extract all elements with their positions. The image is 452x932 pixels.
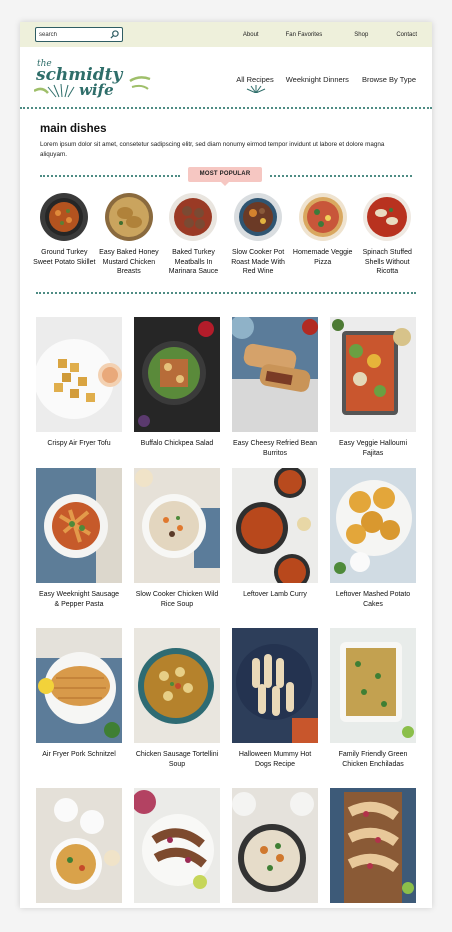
recipe-card[interactable]: Slow Cooker Chicken Wild Rice Soup <box>134 468 220 610</box>
nav-browse-by-type[interactable]: Browse By Type <box>362 75 416 84</box>
popular-title[interactable]: Ground Turkey Sweet Potato Skillet <box>32 248 97 267</box>
recipe-title[interactable]: Air Fryer Pork Schnitzel <box>36 750 122 760</box>
popular-item[interactable]: Easy Baked Honey Mustard Chicken Breasts <box>97 193 162 277</box>
recipe-image[interactable] <box>134 317 220 432</box>
intro-section: main dishes Lorem ipsum dolor sit amet, … <box>20 109 432 159</box>
nav-link-about[interactable]: About <box>243 32 259 38</box>
recipe-card[interactable]: Air Fryer Pork Schnitzel <box>36 628 122 760</box>
recipe-image[interactable] <box>232 468 318 583</box>
recipe-title[interactable]: Buffalo Chickpea Salad <box>134 439 220 449</box>
search-box[interactable] <box>35 27 123 42</box>
recipe-title[interactable]: Family Friendly Green Chicken Enchiladas <box>330 750 416 770</box>
recipe-card[interactable]: Easy Veggie Halloumi Fajitas <box>330 317 416 459</box>
recipe-title[interactable]: Leftover Mashed Potato Cakes <box>330 590 416 610</box>
recipe-title[interactable]: Leftover Lamb Curry <box>232 590 318 600</box>
recipe-card[interactable]: Family Friendly Green Chicken Enchiladas <box>330 628 416 770</box>
site-logo[interactable]: the schmidty wife <box>34 53 154 101</box>
popular-title[interactable]: Easy Baked Honey Mustard Chicken Breasts <box>97 248 162 277</box>
nav-all-recipes[interactable]: All Recipes <box>236 75 274 93</box>
recipe-image[interactable] <box>232 317 318 432</box>
popular-item[interactable]: Slow Cooker Pot Roast Made With Red Wine <box>226 193 291 277</box>
recipe-image[interactable] <box>232 628 318 743</box>
nav-weeknight-dinners[interactable]: Weeknight Dinners <box>286 75 349 84</box>
recipe-card[interactable]: Crispy Air Fryer Tofu <box>36 317 122 449</box>
main-nav: All Recipes Weeknight Dinners Browse By … <box>236 75 416 93</box>
recipe-image[interactable] <box>36 628 122 743</box>
recipe-image[interactable] <box>36 317 122 432</box>
recipe-image[interactable] <box>232 788 318 903</box>
nav-all-recipes-label: All Recipes <box>236 75 274 84</box>
most-popular-header: MOST POPULAR <box>20 167 432 191</box>
active-sun-icon <box>246 85 266 93</box>
popular-item[interactable]: Baked Turkey Meatballs In Marinara Sauce <box>161 193 226 277</box>
recipe-image[interactable] <box>134 788 220 903</box>
utility-nav: About Fan Favorites Shop Contact <box>243 32 417 38</box>
recipe-card[interactable] <box>134 788 220 908</box>
popular-thumb[interactable] <box>40 193 89 241</box>
recipe-title[interactable]: Chicken Sausage Tortellini Soup <box>134 750 220 770</box>
popular-item[interactable]: Ground Turkey Sweet Potato Skillet <box>32 193 97 277</box>
nav-link-shop[interactable]: Shop <box>354 32 368 38</box>
top-utility-bar: About Fan Favorites Shop Contact <box>20 22 432 47</box>
recipe-card[interactable] <box>330 788 416 908</box>
recipe-image[interactable] <box>36 468 122 583</box>
recipe-image[interactable] <box>330 788 416 903</box>
page-description: Lorem ipsum dolor sit amet, consetetur s… <box>40 141 385 158</box>
recipe-image[interactable] <box>330 317 416 432</box>
recipe-card[interactable]: Leftover Mashed Potato Cakes <box>330 468 416 610</box>
popular-thumb[interactable] <box>169 193 218 241</box>
popular-title[interactable]: Baked Turkey Meatballs In Marinara Sauce <box>161 248 226 277</box>
recipe-card[interactable]: Easy Cheesy Refried Bean Burritos <box>232 317 318 459</box>
recipe-image[interactable] <box>330 628 416 743</box>
recipe-card[interactable]: Halloween Mummy Hot Dogs Recipe <box>232 628 318 770</box>
recipe-card[interactable] <box>232 788 318 908</box>
popular-thumb[interactable] <box>363 193 412 241</box>
popular-rule-right <box>270 175 412 177</box>
popular-item[interactable]: Spinach Stuffed Shells Without Ricotta <box>355 193 420 277</box>
popular-recipes-row: Ground Turkey Sweet Potato Skillet Easy … <box>20 193 432 277</box>
search-input[interactable] <box>39 31 99 38</box>
popular-rule-left <box>40 175 180 177</box>
nav-link-fan-favorites[interactable]: Fan Favorites <box>286 32 323 38</box>
popular-title[interactable]: Slow Cooker Pot Roast Made With Red Wine <box>226 248 291 277</box>
recipe-card[interactable] <box>36 788 122 908</box>
page: About Fan Favorites Shop Contact the sch… <box>20 22 432 908</box>
recipe-card[interactable]: Leftover Lamb Curry <box>232 468 318 600</box>
site-header: the schmidty wife All Recipes Weeknight … <box>20 47 432 107</box>
popular-thumb[interactable] <box>104 193 153 241</box>
recipe-card[interactable]: Buffalo Chickpea Salad <box>134 317 220 449</box>
recipe-title[interactable]: Crispy Air Fryer Tofu <box>36 439 122 449</box>
popular-divider <box>36 292 416 294</box>
nav-link-contact[interactable]: Contact <box>396 32 417 38</box>
recipe-image[interactable] <box>330 468 416 583</box>
logo-wife: wife <box>79 81 114 99</box>
recipe-title[interactable]: Easy Weeknight Sausage & Pepper Pasta <box>36 590 122 610</box>
recipe-card[interactable]: Chicken Sausage Tortellini Soup <box>134 628 220 770</box>
recipe-image[interactable] <box>134 628 220 743</box>
recipe-card[interactable]: Easy Weeknight Sausage & Pepper Pasta <box>36 468 122 610</box>
recipe-title[interactable]: Slow Cooker Chicken Wild Rice Soup <box>134 590 220 610</box>
recipe-image[interactable] <box>36 788 122 903</box>
popular-title[interactable]: Spinach Stuffed Shells Without Ricotta <box>355 248 420 277</box>
popular-thumb[interactable] <box>234 193 283 241</box>
most-popular-badge: MOST POPULAR <box>188 167 262 186</box>
recipe-title[interactable]: Easy Veggie Halloumi Fajitas <box>330 439 416 459</box>
recipe-title[interactable]: Halloween Mummy Hot Dogs Recipe <box>232 750 318 770</box>
popular-item[interactable]: Homemade Veggie Pizza <box>290 193 355 277</box>
popular-title[interactable]: Homemade Veggie Pizza <box>290 248 355 267</box>
popular-thumb[interactable] <box>298 193 347 241</box>
recipe-image[interactable] <box>134 468 220 583</box>
search-icon[interactable] <box>110 30 119 39</box>
page-title: main dishes <box>40 123 107 135</box>
recipe-title[interactable]: Easy Cheesy Refried Bean Burritos <box>232 439 318 459</box>
